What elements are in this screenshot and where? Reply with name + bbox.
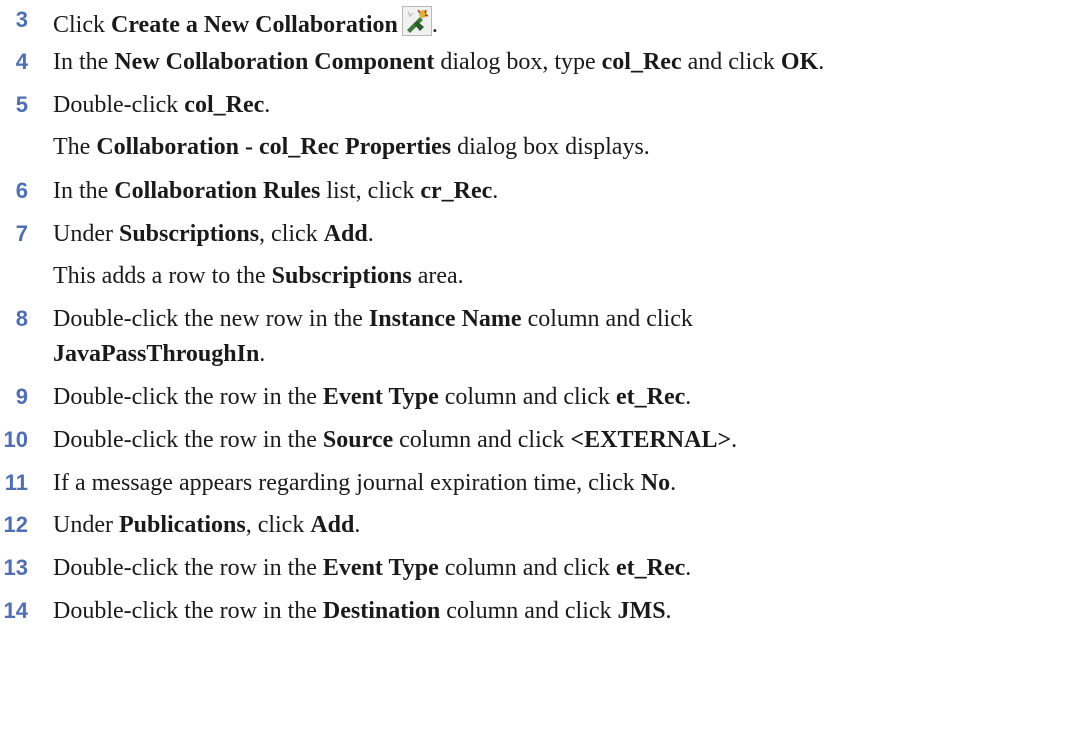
step-text: Double-click the row in the Destination …	[53, 597, 672, 625]
emphasis-text: Event Type	[322, 555, 439, 581]
emphasis-text: JMS	[617, 598, 666, 624]
body-text: area.	[411, 263, 464, 289]
emphasis-text: cr_Rec	[420, 178, 493, 204]
body-text: column and click	[521, 306, 693, 332]
step-text: This adds a row to the Subscriptions are…	[53, 262, 464, 290]
step-number: 10	[3, 427, 28, 452]
emphasis-text: col_Rec	[601, 49, 682, 75]
body-text: dialog box, type	[434, 49, 602, 75]
step-number: 4	[15, 49, 28, 74]
emphasis-text: et_Rec	[616, 384, 686, 410]
body-text: In the	[53, 49, 115, 75]
body-text: column and click	[438, 384, 616, 410]
body-text: The	[53, 134, 97, 160]
body-text: Double-click the row in the	[53, 598, 323, 624]
emphasis-text: Event Type	[322, 384, 439, 410]
emphasis-text: JavaPassThroughIn	[53, 341, 260, 367]
body-text: If a message appears regarding journal e…	[53, 470, 641, 496]
step-number: 3	[15, 7, 28, 32]
step-number: 7	[15, 221, 28, 246]
emphasis-text: Add	[323, 221, 368, 247]
emphasis-text: Instance Name	[368, 306, 522, 332]
body-text: column and click	[438, 555, 616, 581]
step-text: In the Collaboration Rules list, click c…	[53, 177, 498, 205]
emphasis-text: Collaboration - col_Rec Properties	[96, 134, 452, 160]
emphasis-text: col_Rec	[184, 92, 265, 118]
instruction-document: 3 Click Create a New Collaboration. 4 In th…	[0, 0, 1073, 742]
body-text: dialog box displays.	[451, 134, 650, 160]
step-text: Under Subscriptions, click Add.	[53, 220, 374, 248]
step-number: 8	[15, 306, 28, 331]
step-text: Double-click the row in the Event Type c…	[53, 383, 691, 411]
body-text: .	[670, 470, 677, 496]
body-text: Double-click the row in the	[53, 427, 323, 453]
step-number: 13	[3, 555, 28, 580]
step-text: Double-click the new row in the Instance…	[53, 305, 693, 333]
body-text: list, click	[320, 178, 421, 204]
body-text: column and click	[393, 427, 571, 453]
step-text: Under Publications, click Add.	[53, 511, 360, 539]
emphasis-text: Collaboration Rules	[114, 178, 321, 204]
emphasis-text: Subscriptions	[271, 263, 412, 289]
step-text: The Collaboration - col_Rec Properties d…	[53, 133, 650, 161]
step-text: Click Create a New Collaboration.	[53, 6, 438, 39]
body-text: .	[685, 555, 692, 581]
step-number: 11	[4, 470, 28, 495]
body-text: .	[665, 598, 672, 624]
step-number: 5	[15, 92, 28, 117]
step-text: Double-click the row in the Event Type c…	[53, 554, 691, 582]
step-text: JavaPassThroughIn.	[53, 340, 265, 368]
body-text: Under	[53, 221, 119, 247]
body-text: Double-click the new row in the	[53, 306, 369, 332]
emphasis-text: New Collaboration Component	[114, 49, 435, 75]
body-text: Under	[53, 512, 119, 538]
step-text: In the New Collaboration Component dialo…	[53, 48, 824, 76]
body-text: .	[731, 427, 738, 453]
step-number: 6	[15, 178, 28, 203]
body-text: and click	[681, 49, 781, 75]
step-text: Double-click col_Rec.	[53, 91, 270, 119]
emphasis-text: Add	[310, 512, 355, 538]
emphasis-text: Source	[322, 427, 394, 453]
body-text: column and click	[440, 598, 618, 624]
body-text: Click	[53, 12, 111, 38]
body-text: .	[354, 512, 361, 538]
step-number: 9	[15, 384, 28, 409]
body-text: Double-click the row in the	[53, 384, 323, 410]
body-text: .	[685, 384, 692, 410]
body-text: This adds a row to the	[53, 263, 272, 289]
body-text: .	[818, 49, 825, 75]
step-text: If a message appears regarding journal e…	[53, 469, 676, 497]
create-collaboration-icon	[401, 6, 432, 36]
emphasis-text: Destination	[322, 598, 441, 624]
body-text: .	[492, 178, 499, 204]
body-text: .	[264, 92, 271, 118]
step-number: 14	[3, 598, 28, 623]
body-text: .	[367, 221, 374, 247]
body-text: .	[431, 12, 438, 38]
emphasis-text: No	[640, 470, 671, 496]
emphasis-text: <EXTERNAL>	[570, 427, 732, 453]
body-text: Double-click	[53, 92, 185, 118]
emphasis-text: Subscriptions	[118, 221, 260, 247]
emphasis-text: et_Rec	[616, 555, 686, 581]
body-text: , click	[259, 221, 324, 247]
step-number: 12	[3, 512, 28, 537]
emphasis-text: Publications	[118, 512, 246, 538]
emphasis-text: Create a New Collaboration	[111, 12, 398, 38]
body-text: In the	[53, 178, 115, 204]
body-text: .	[259, 341, 266, 367]
emphasis-text: OK	[780, 49, 819, 75]
body-text: Double-click the row in the	[53, 555, 323, 581]
step-text: Double-click the row in the Source colum…	[53, 426, 737, 454]
body-text: , click	[245, 512, 311, 538]
